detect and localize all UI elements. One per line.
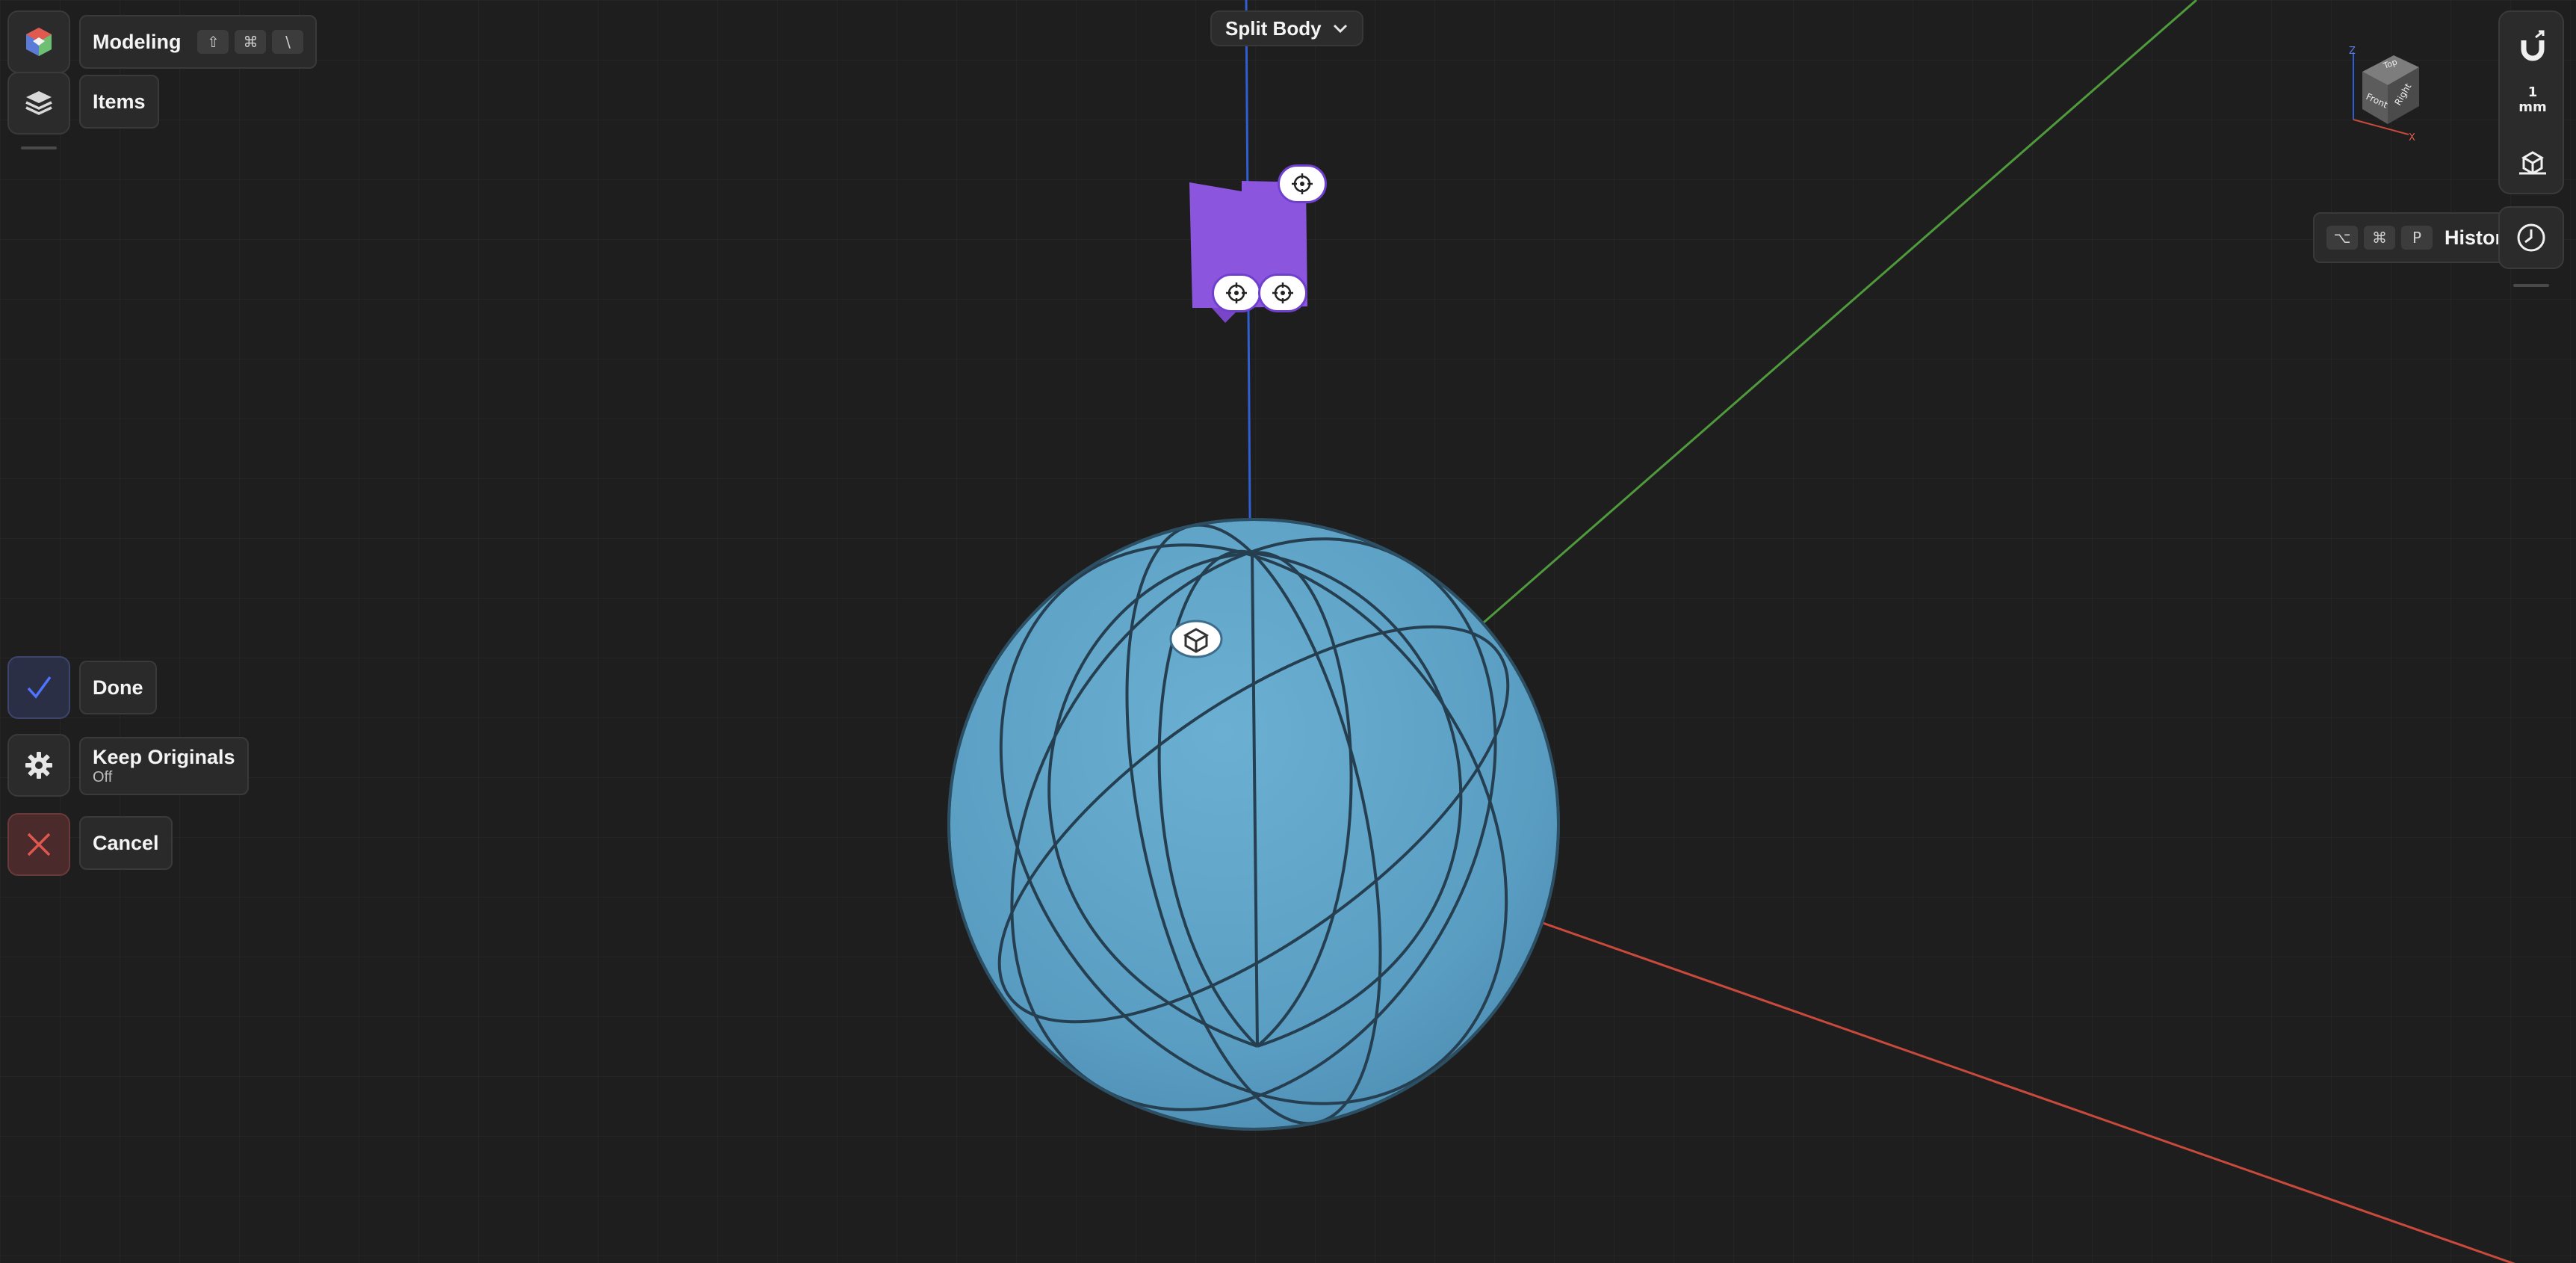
history-shortcut-key-3: P	[2401, 226, 2433, 250]
history-shortcut-key-2: ⌘	[2364, 226, 2395, 250]
plane-handle-top[interactable]	[1278, 164, 1327, 203]
operation-dropdown[interactable]: Split Body	[1210, 10, 1363, 46]
magnet-icon	[2521, 30, 2545, 61]
layers-icon	[25, 91, 52, 115]
right-toolbar-divider	[2513, 284, 2549, 287]
history-button[interactable]	[2498, 206, 2564, 269]
cancel-button[interactable]	[7, 813, 70, 876]
keep-originals-option[interactable]: Keep Originals Off	[79, 737, 249, 795]
shortcut-key-1: ⇧	[197, 30, 229, 54]
left-toolbar-divider	[21, 146, 57, 149]
axis-z-label: Z	[2349, 46, 2356, 57]
checkmark-icon	[27, 676, 52, 699]
close-icon	[27, 833, 51, 856]
target-handle-icon	[1292, 173, 1313, 194]
chevron-down-icon	[1333, 24, 1347, 34]
keep-originals-value: Off	[93, 769, 113, 785]
keep-originals-text: Keep Originals	[93, 746, 235, 768]
right-toolbar: 1 mm	[2498, 10, 2564, 194]
done-text: Done	[93, 676, 143, 699]
shortcut-key-2: ⌘	[235, 30, 267, 54]
snap-toggle-button[interactable]	[2513, 27, 2552, 66]
plane-handle-left[interactable]	[1212, 274, 1261, 312]
target-handle-icon	[1226, 282, 1247, 303]
app-menu-button[interactable]	[7, 10, 70, 73]
app-logo-icon	[26, 28, 52, 56]
axis-x-label: X	[2409, 132, 2415, 143]
view-mode-icon	[2519, 151, 2546, 175]
done-button[interactable]	[7, 656, 70, 719]
body-select-handle[interactable]	[1169, 620, 1223, 658]
units-label: mm	[2518, 99, 2547, 115]
done-label[interactable]: Done	[79, 661, 157, 714]
view-mode-button[interactable]	[2513, 143, 2552, 182]
items-label[interactable]: Items	[79, 75, 159, 129]
operation-title: Split Body	[1225, 16, 1322, 40]
workspace-mode-label[interactable]: Modeling ⇧ ⌘ \	[79, 15, 318, 69]
items-button[interactable]	[7, 72, 70, 135]
history-clock-icon	[2517, 223, 2545, 252]
view-cube[interactable]: Top Front Right Z X	[2340, 42, 2437, 143]
cancel-label[interactable]: Cancel	[79, 816, 173, 870]
target-handle-icon	[1272, 282, 1293, 303]
cancel-text: Cancel	[93, 831, 159, 854]
history-shortcut-key-1: ⌥	[2326, 226, 2358, 250]
shortcut-key-3: \	[272, 30, 304, 54]
units-value: 1	[2527, 84, 2538, 100]
units-button[interactable]: 1 mm	[2509, 85, 2557, 115]
history-label[interactable]: ⌥ ⌘ P History	[2313, 212, 2528, 263]
items-text: Items	[93, 90, 146, 113]
workspace-mode-text: Modeling	[93, 30, 182, 53]
plane-handle-right[interactable]	[1258, 274, 1307, 312]
settings-button[interactable]	[7, 734, 70, 797]
gear-icon	[25, 752, 52, 779]
